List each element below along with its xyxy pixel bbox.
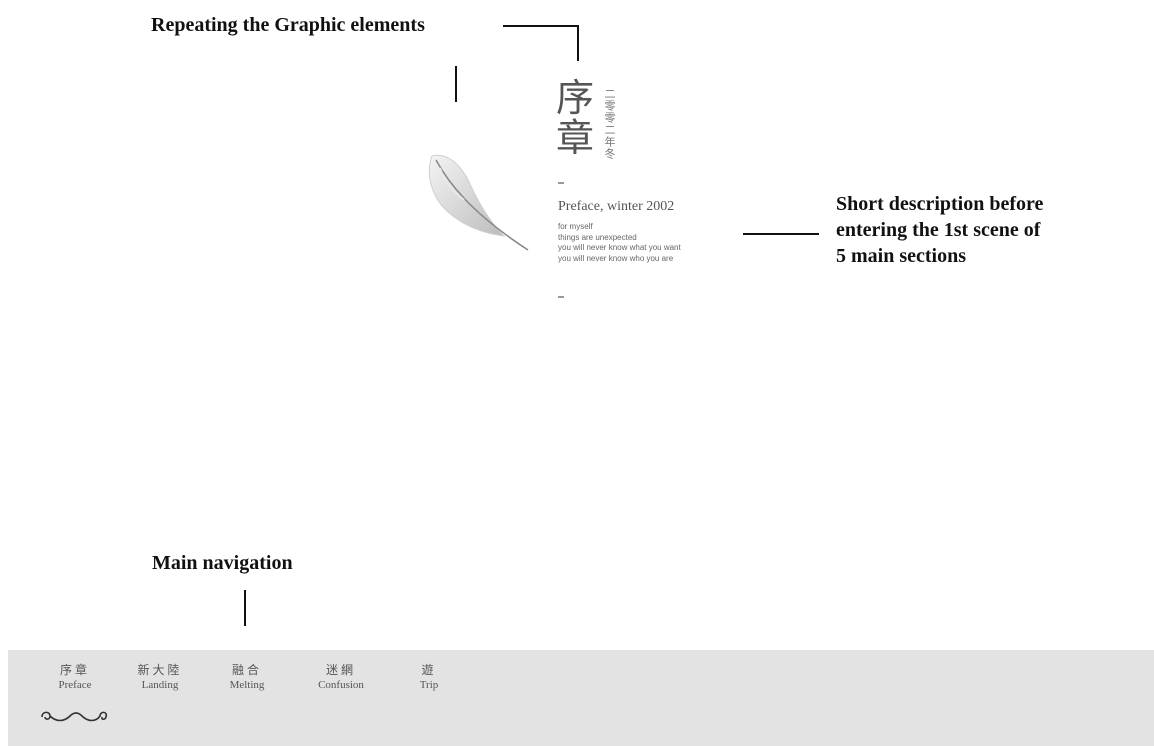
preface-body: for myself things are unexpected you wil… <box>558 222 681 264</box>
annotation-short-description: Short description before entering the 1s… <box>836 191 1136 269</box>
nav-item-preface[interactable]: 序章 Preface <box>53 662 97 692</box>
annotation-line: Short description before <box>836 193 1044 215</box>
annotation-main-navigation: Main navigation <box>152 552 293 574</box>
nav-item-en-label: Melting <box>229 679 265 691</box>
feather-icon <box>428 154 529 251</box>
connector-line <box>577 25 579 61</box>
nav-item-cjk-label: 遊 <box>421 663 437 677</box>
nav-item-cjk-label: 融合 <box>231 663 262 677</box>
nav-item-en-label: Preface <box>58 679 92 691</box>
nav-item-melting[interactable]: 融合 Melting <box>222 662 272 692</box>
nav-item-cjk-label: 序章 <box>59 663 90 677</box>
nav-item-trip[interactable]: 遊 Trip <box>414 662 444 692</box>
main-navigation-bar: 序章 Preface 新大陸 Landing 融合 Melting 迷網 Con… <box>8 650 1154 746</box>
preface-title-vertical: 二零零二年冬 <box>603 88 616 160</box>
connector-line <box>244 590 246 626</box>
flourish-ornament-icon <box>41 711 108 722</box>
divider-mark <box>558 182 564 184</box>
preface-body-line: you will never know who you are <box>558 253 674 263</box>
nav-item-landing[interactable]: 新大陸 Landing <box>135 662 185 692</box>
preface-heading: Preface, winter 2002 <box>558 199 675 214</box>
nav-item-cjk-label: 迷網 <box>325 663 356 677</box>
connector-line <box>455 66 457 102</box>
nav-item-en-label: Landing <box>141 679 179 691</box>
annotation-line: entering the 1st scene of <box>836 219 1041 241</box>
preface-body-line: you will never know what you want <box>558 243 681 252</box>
preface-body-line: for myself <box>558 222 593 231</box>
nav-item-en-label: Confusion <box>318 679 364 691</box>
nav-item-en-label: Trip <box>419 679 439 691</box>
divider-mark <box>558 296 564 298</box>
connector-line <box>743 233 819 235</box>
nav-item-cjk-label: 新大陸 <box>137 663 183 677</box>
preface-title-cjk: 序章 <box>556 76 595 160</box>
preface-body-line: things are unexpected <box>558 232 637 242</box>
annotation-repeating-graphic: Repeating the Graphic elements <box>151 14 425 36</box>
connector-line <box>503 25 578 27</box>
annotation-line: 5 main sections <box>836 245 966 267</box>
nav-item-confusion[interactable]: 迷網 Confusion <box>308 662 374 692</box>
